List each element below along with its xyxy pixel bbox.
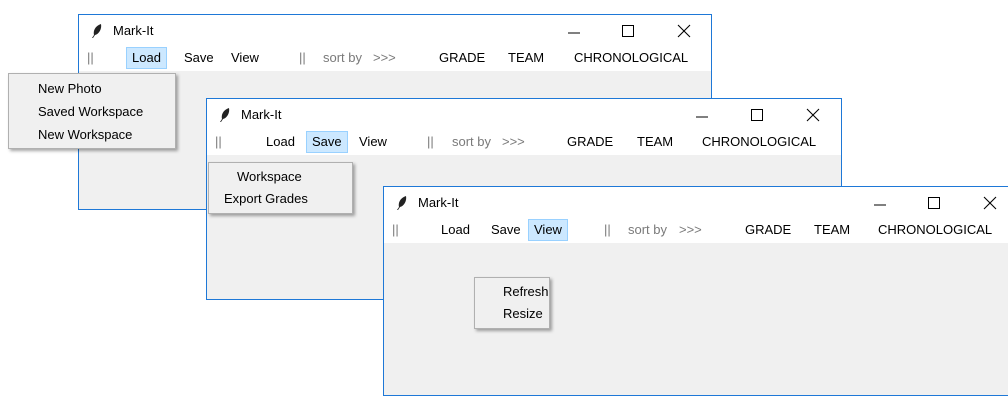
menu-separator: || bbox=[215, 134, 222, 149]
menu-bar: || Load Save View || sort by >>> GRADE T… bbox=[207, 131, 841, 155]
window-title: Mark-It bbox=[113, 23, 154, 38]
close-icon[interactable] bbox=[672, 19, 696, 43]
menu-item-resize[interactable]: Resize bbox=[475, 303, 549, 327]
menu-view[interactable]: View bbox=[528, 219, 568, 241]
menu-save[interactable]: Save bbox=[179, 47, 219, 69]
menu-bar: || Load Save View || sort by >>> GRADE T… bbox=[79, 47, 711, 71]
minimize-icon[interactable] bbox=[690, 103, 714, 127]
menu-team[interactable]: TEAM bbox=[503, 47, 549, 69]
menu-load[interactable]: Load bbox=[261, 131, 300, 153]
menu-separator: || bbox=[299, 50, 306, 65]
menu-separator: || bbox=[87, 50, 94, 65]
menu-chronological[interactable]: CHRONOLOGICAL bbox=[873, 219, 997, 241]
menu-item-export-grades[interactable]: Export Grades bbox=[209, 188, 352, 212]
menu-sort-by: sort by bbox=[323, 50, 363, 65]
menu-save[interactable]: Save bbox=[486, 219, 526, 241]
menu-item-saved-workspace[interactable]: Saved Workspace bbox=[9, 101, 175, 125]
menu-chronological[interactable]: CHRONOLOGICAL bbox=[697, 131, 821, 153]
menu-item-refresh[interactable]: Refresh bbox=[475, 281, 549, 305]
menu-team[interactable]: TEAM bbox=[809, 219, 855, 241]
window-title: Mark-It bbox=[241, 107, 282, 122]
maximize-icon[interactable] bbox=[922, 191, 946, 215]
menu-view[interactable]: View bbox=[354, 131, 392, 153]
menu-arrows: >>> bbox=[679, 222, 702, 237]
title-bar[interactable]: Mark-It bbox=[207, 99, 841, 131]
menu-separator: || bbox=[427, 134, 434, 149]
maximize-icon[interactable] bbox=[616, 19, 640, 43]
minimize-icon[interactable] bbox=[868, 191, 892, 215]
menu-grade[interactable]: GRADE bbox=[740, 219, 796, 241]
menu-sort-by: sort by bbox=[452, 134, 492, 149]
load-dropdown: New Photo Saved Workspace New Workspace bbox=[8, 73, 176, 149]
menu-separator: || bbox=[604, 222, 611, 237]
feather-icon bbox=[92, 24, 102, 38]
window-title: Mark-It bbox=[418, 195, 459, 210]
menu-view[interactable]: View bbox=[226, 47, 264, 69]
menu-separator: || bbox=[392, 222, 399, 237]
maximize-icon[interactable] bbox=[745, 103, 769, 127]
menu-load[interactable]: Load bbox=[436, 219, 475, 241]
menu-bar: || Load Save View || sort by >>> GRADE T… bbox=[384, 219, 1008, 243]
title-bar[interactable]: Mark-It bbox=[79, 15, 711, 47]
menu-sort-by: sort by bbox=[628, 222, 668, 237]
close-icon[interactable] bbox=[801, 103, 825, 127]
menu-team[interactable]: TEAM bbox=[632, 131, 678, 153]
menu-arrows: >>> bbox=[373, 50, 396, 65]
close-icon[interactable] bbox=[978, 191, 1002, 215]
menu-grade[interactable]: GRADE bbox=[562, 131, 618, 153]
menu-arrows: >>> bbox=[502, 134, 525, 149]
menu-grade[interactable]: GRADE bbox=[434, 47, 490, 69]
feather-icon bbox=[397, 196, 407, 210]
title-bar[interactable]: Mark-It bbox=[384, 187, 1008, 219]
menu-item-workspace[interactable]: Workspace bbox=[209, 166, 352, 190]
view-dropdown: Refresh Resize bbox=[474, 277, 550, 329]
menu-chronological[interactable]: CHRONOLOGICAL bbox=[569, 47, 693, 69]
feather-icon bbox=[220, 108, 230, 122]
minimize-icon[interactable] bbox=[562, 19, 586, 43]
save-dropdown: Workspace Export Grades bbox=[208, 162, 353, 214]
menu-save[interactable]: Save bbox=[306, 131, 348, 153]
menu-load[interactable]: Load bbox=[126, 47, 167, 69]
menu-item-new-photo[interactable]: New Photo bbox=[9, 78, 175, 102]
menu-item-new-workspace[interactable]: New Workspace bbox=[9, 124, 175, 148]
